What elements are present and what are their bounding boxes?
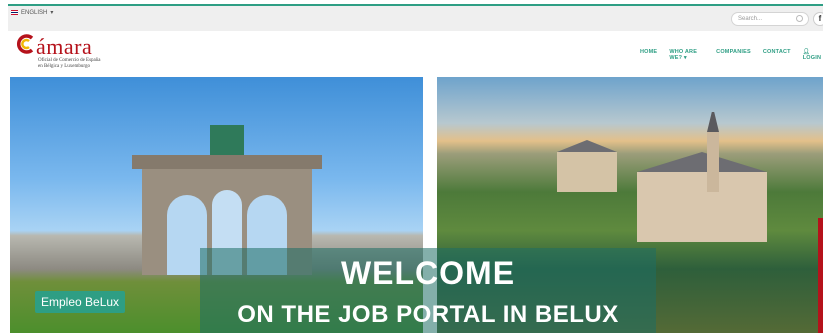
nav-login[interactable]: 👤︎ LOGIN [803,49,823,61]
search-placeholder: Search... [738,16,763,22]
logo-wordmark: ámara [36,34,93,59]
facebook-icon[interactable]: f [813,12,823,26]
side-red-accent [818,218,823,333]
logo-c-mark-icon [16,34,34,54]
nav-who-are-we[interactable]: WHO ARE WE? ▾ [669,49,704,61]
language-label: ENGLISH [21,9,48,16]
search-input[interactable]: Search... [731,12,809,26]
nav-contact[interactable]: CONTACT [763,49,791,61]
top-bar [8,6,823,31]
logo-subtitle-line2: en Bélgica y Luxemburgo [38,64,90,69]
nav-login-label: LOGIN [802,55,822,61]
abbey-illustration-icon [557,112,767,242]
search-icon[interactable] [796,15,803,22]
nav-companies[interactable]: COMPANIES [716,49,751,61]
language-selector[interactable]: ENGLISH ▾ [11,9,53,16]
nav-home[interactable]: HOME [640,49,657,61]
main-nav: HOME WHO ARE WE? ▾ COMPANIES CONTACT 👤︎ … [640,49,823,61]
welcome-heading: WELCOME [340,255,516,291]
welcome-subtitle: ON THE JOB PORTAL IN BELUX [237,301,619,328]
chevron-down-icon: ▾ [50,10,54,16]
empleo-belux-badge[interactable]: Empleo BeLux [35,291,126,313]
uk-flag-icon [11,10,18,15]
logo-subtitle: Oficial de Comercio de España en Bélgica… [38,58,128,70]
camara-logo[interactable]: ámara Oficial de Comercio de España en B… [16,33,126,73]
